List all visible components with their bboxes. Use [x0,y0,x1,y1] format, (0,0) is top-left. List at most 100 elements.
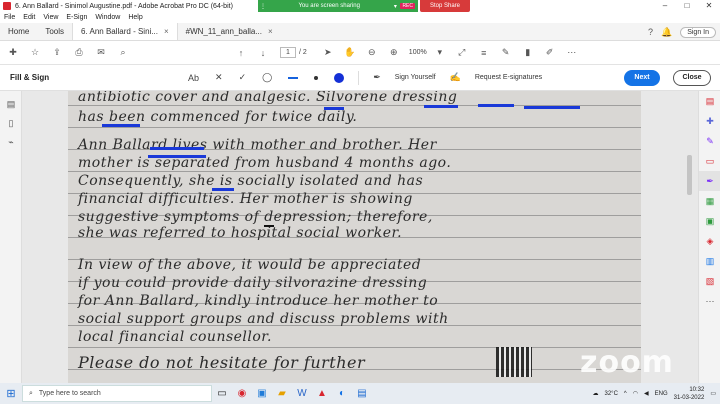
store-icon[interactable]: ▤ [352,388,372,399]
zoom-level[interactable]: 100% [409,49,427,56]
page-number-input[interactable]: 1 [280,47,296,58]
vertical-scrollbar[interactable] [687,155,692,195]
minimize-button[interactable]: – [654,0,676,12]
menu-edit[interactable]: Edit [23,14,35,21]
pdf-page[interactable]: antibiotic cover and analgesic. Silvoren… [68,91,641,383]
more-tools-rail-icon[interactable]: ⋯ [699,291,720,311]
rec-badge: REC [400,3,415,9]
edit-pdf-icon[interactable]: ✎ [699,131,720,151]
wifi-icon[interactable]: ◠ [633,390,638,397]
bookmark-star-icon[interactable]: ☆ [26,47,44,58]
volume-icon[interactable]: ◀ [644,390,649,397]
add-text-tool[interactable]: Ab [188,73,199,83]
menu-file[interactable]: File [4,14,15,21]
request-esignatures-button[interactable]: Request E-signatures [475,74,542,81]
screen-share-bar[interactable]: ⋮ You are screen sharing ▾ REC [258,0,418,12]
create-icon[interactable]: ✚ [4,47,22,58]
language-indicator[interactable]: ENG [655,391,668,397]
close-button[interactable]: Close [673,70,711,86]
chrome-icon[interactable]: ◉ [232,388,252,399]
redact-icon[interactable]: ▧ [699,271,720,291]
menu-window[interactable]: Window [95,14,120,21]
word-icon[interactable]: W [292,388,312,399]
comment-icon[interactable]: ✎ [497,47,515,58]
ruled-line [68,127,641,128]
notifications-icon[interactable]: ▭ [710,390,716,397]
file-explorer-icon[interactable]: ▰ [272,388,292,399]
task-view-icon[interactable]: ▭ [212,388,232,399]
highlight-icon[interactable]: ▮ [519,47,537,58]
next-button[interactable]: Next [624,70,660,86]
scroll-mode-icon[interactable]: ≡ [475,48,493,58]
zoom-app-icon[interactable]: ▣ [252,388,272,399]
handwritten-line: social support groups and discuss proble… [78,311,449,327]
line-tool[interactable] [288,76,299,79]
fill-sign-tool-icon[interactable]: ✒ [699,171,720,191]
ellipse-tool[interactable]: ◯ [262,72,272,83]
mail-icon[interactable]: ✉ [92,47,110,58]
document-viewport[interactable]: antibiotic cover and analgesic. Silvoren… [22,91,698,383]
bell-icon[interactable]: 🔔 [661,27,672,38]
pen-icon: ✒ [373,72,381,82]
close-tab-icon[interactable]: × [164,27,169,36]
create-pdf-icon[interactable]: ✚ [699,111,720,131]
cross-mark-tool[interactable]: ✕ [215,72,223,83]
attachments-icon[interactable]: ⌁ [0,137,22,148]
page-thumbnails-icon[interactable]: ▤ [0,99,22,110]
menu-esign[interactable]: E-Sign [66,14,87,21]
stop-share-button[interactable]: Stop Share [420,0,470,12]
menu-view[interactable]: View [43,14,58,21]
scan-icon[interactable]: ▣ [699,211,720,231]
page-down-icon[interactable]: ↓ [254,48,272,58]
zoom-out-icon[interactable]: ⊖ [363,47,381,58]
sign-yourself-button[interactable]: Sign Yourself [395,74,436,81]
acrobat-icon[interactable]: ▲ [312,388,332,399]
clock[interactable]: 10:32 31-03-2022 [674,386,705,402]
tab-document-2[interactable]: #WN_11_ann_balla... × [178,23,281,40]
comment-tool-icon[interactable]: ▭ [699,151,720,171]
dot-tool[interactable] [314,75,319,80]
print-icon[interactable]: ⎙ [70,47,88,58]
tab-tools[interactable]: Tools [37,23,72,40]
select-cursor-icon[interactable]: ➤ [319,47,337,58]
search-icon: ⌕ [29,389,33,397]
protect-icon[interactable]: ◈ [699,231,720,251]
close-window-button[interactable]: ✕ [698,0,720,12]
bookmarks-icon[interactable]: ▯ [0,118,22,129]
ruled-line [68,347,641,348]
edge-icon[interactable]: ◐ [332,388,352,399]
menu-help[interactable]: Help [128,14,142,21]
tab-home[interactable]: Home [0,23,37,40]
zoom-in-icon[interactable]: ⊕ [385,47,403,58]
fit-page-icon[interactable]: ⤢ [453,47,471,58]
draw-icon[interactable]: ✐ [541,47,559,58]
check-mark-tool[interactable]: ✓ [239,72,247,83]
zoom-chevron-icon[interactable]: ▾ [431,47,449,58]
more-tools-icon[interactable]: ⋯ [563,47,581,58]
sign-in-button[interactable]: Sign In [680,26,716,38]
handwritten-line: has been commenced for twice daily. [78,109,358,125]
handwritten-line: suggestive symptoms of depression; there… [78,209,433,225]
color-picker[interactable] [334,72,345,83]
zoom-watermark: zoom [580,345,674,380]
acrobat-app-icon [3,2,11,10]
weather-temp[interactable]: 32°C [605,391,618,397]
chevron-down-icon[interactable]: ▾ [390,3,400,10]
tab-document-active[interactable]: 6. Ann Ballard - Sini... × [72,23,178,40]
upload-icon[interactable]: ⇪ [48,47,66,58]
page-up-icon[interactable]: ↑ [232,48,250,58]
hand-icon[interactable]: ✋ [341,47,359,58]
tray-chevron-icon[interactable]: ^ [624,391,627,397]
taskbar-search[interactable]: ⌕ Type here to search [22,385,212,402]
help-icon[interactable]: ? [648,27,653,37]
maximize-button[interactable]: □ [676,0,698,12]
find-icon[interactable]: ⌕ [114,47,132,58]
export-pdf-icon[interactable]: ▤ [699,91,720,111]
organize-pages-icon[interactable]: ▦ [699,191,720,211]
windows-start-icon[interactable]: ⊞ [0,387,22,400]
close-tab-icon[interactable]: × [268,27,273,36]
optimize-icon[interactable]: ▥ [699,251,720,271]
drag-grip-icon[interactable]: ⋮ [258,3,268,10]
menu-bar: File Edit View E-Sign Window Help [0,12,720,23]
tab-bar: Home Tools 6. Ann Ballard - Sini... × #W… [0,23,720,41]
